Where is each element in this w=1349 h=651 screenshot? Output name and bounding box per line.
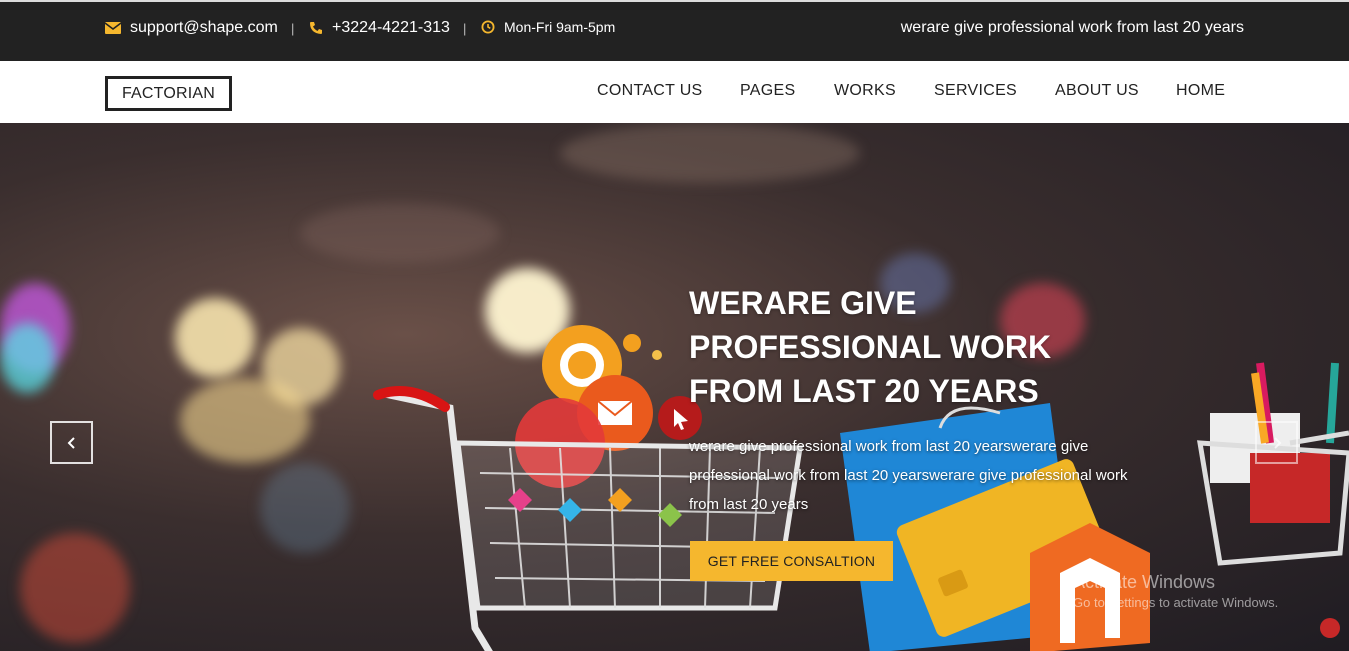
slider-next-button[interactable]	[1255, 421, 1298, 464]
chevron-right-icon	[1273, 436, 1281, 449]
envelope-icon	[105, 22, 121, 34]
nav-services[interactable]: SERVICES	[934, 82, 1017, 100]
nav-works[interactable]: WORKS	[834, 82, 896, 100]
hours-info: Mon-Fri 9am-5pm	[481, 19, 615, 35]
hero-title: WERARE GIVE PROFESSIONAL WORK FROM LAST …	[689, 285, 1052, 409]
nav-contact-us[interactable]: CONTACT US	[597, 82, 703, 100]
phone-contact[interactable]: +3224-4221-313	[309, 19, 450, 37]
hours-text: Mon-Fri 9am-5pm	[504, 19, 616, 35]
nav-pages[interactable]: PAGES	[740, 82, 795, 100]
phone-text: +3224-4221-313	[332, 19, 450, 36]
main-navbar: FACTORIAN CONTACT US PAGES WORKS SERVICE…	[0, 61, 1349, 123]
windows-activation-watermark: Activate Windows Go to Settings to activ…	[1073, 572, 1278, 610]
phone-icon	[310, 22, 322, 34]
slider-prev-button[interactable]	[50, 421, 93, 464]
separator: |	[463, 21, 467, 36]
watermark-title: Activate Windows	[1073, 572, 1216, 592]
hero-text: werare give professional work from last …	[689, 438, 1128, 513]
chevron-left-icon	[67, 436, 75, 449]
nav-home[interactable]: HOME	[1176, 82, 1225, 100]
email-text: support@shape.com	[130, 19, 278, 36]
site-logo[interactable]: FACTORIAN	[105, 76, 232, 111]
free-consultation-button[interactable]: GET FREE CONSALTION	[690, 541, 893, 581]
email-contact[interactable]: support@shape.com	[105, 19, 278, 37]
watermark-subtitle: Go to Settings to activate Windows.	[1073, 595, 1279, 610]
top-info-bar: support@shape.com | +3224-4221-313 | Mon…	[0, 0, 1349, 61]
tagline: werare give professional work from last …	[900, 19, 1244, 36]
separator: |	[291, 21, 295, 36]
hero-slider: WERARE GIVE PROFESSIONAL WORK FROM LAST …	[0, 123, 1349, 651]
nav-about-us[interactable]: ABOUT US	[1055, 82, 1139, 100]
clock-icon	[481, 20, 495, 34]
